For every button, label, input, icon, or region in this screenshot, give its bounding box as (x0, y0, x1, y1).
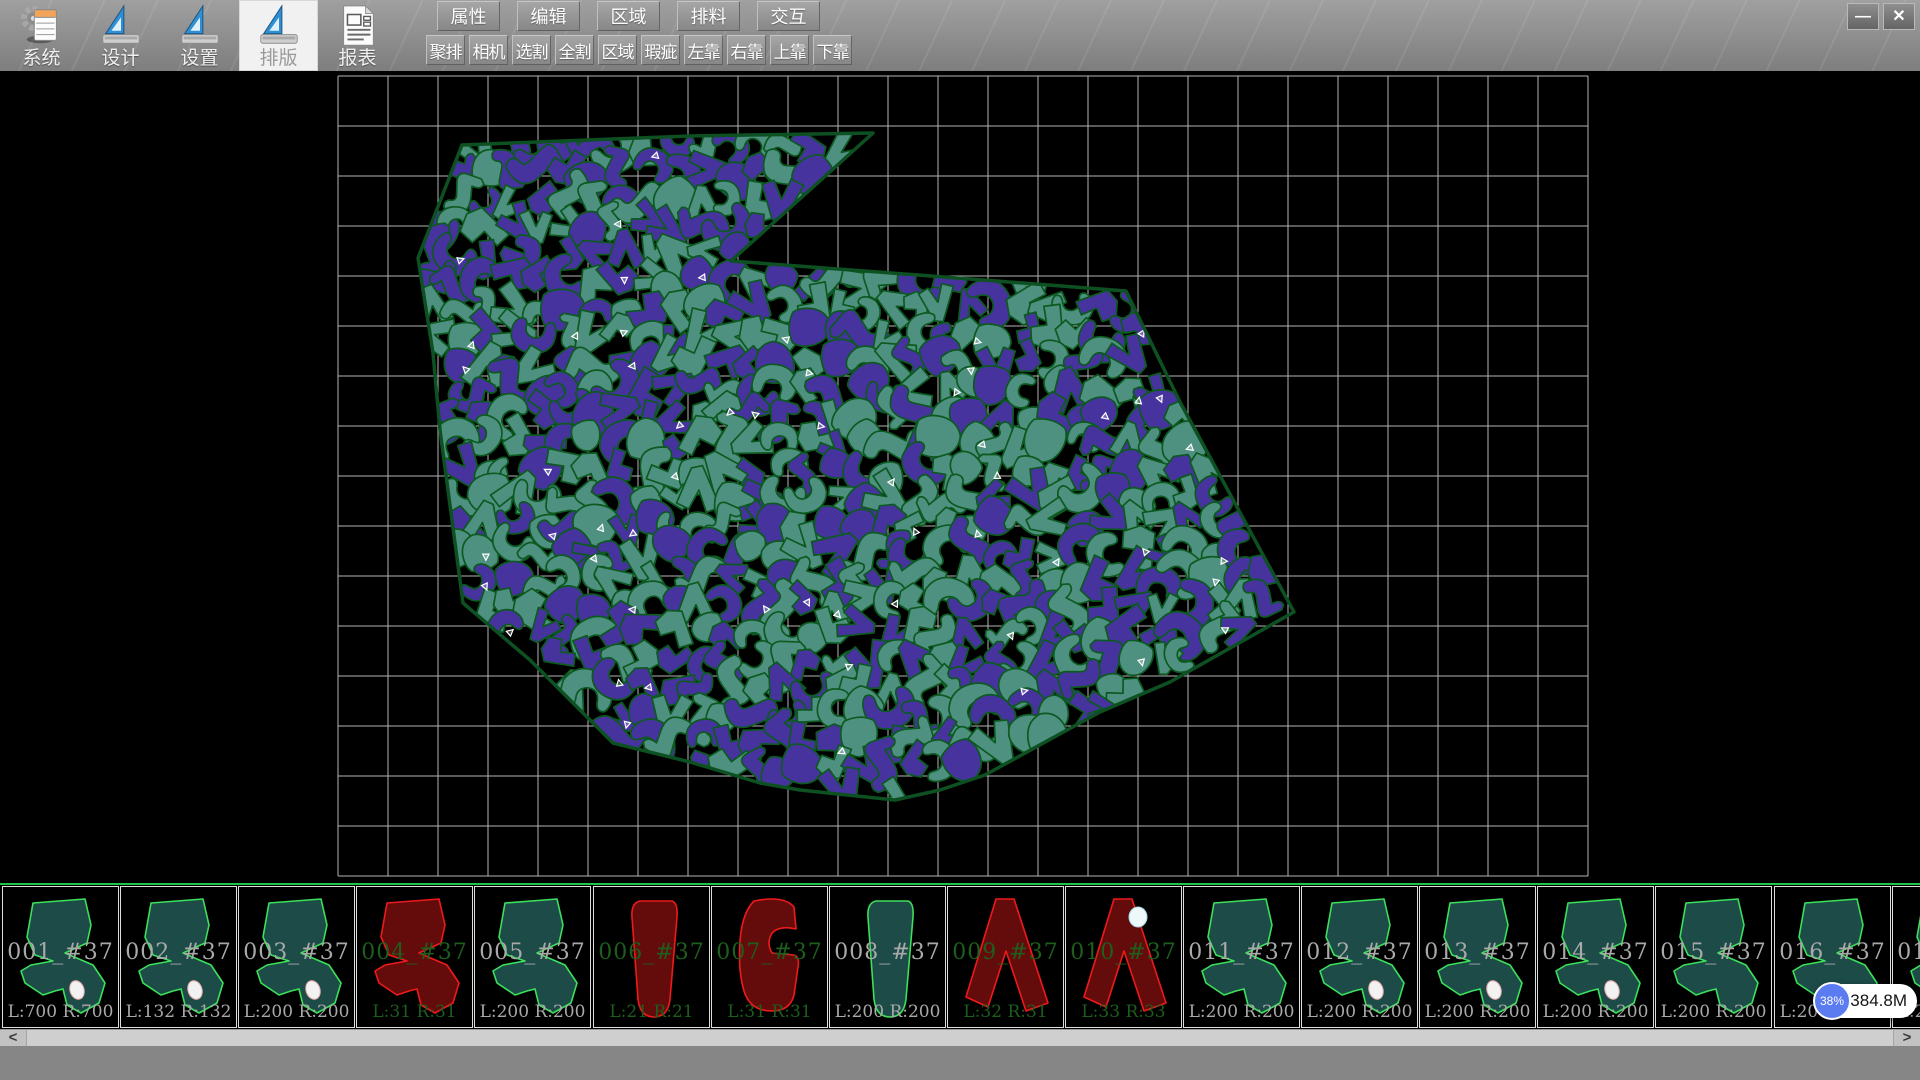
nav-tab-label: 排版 (259, 49, 297, 69)
menu-row-2: 聚排相机选割全割区域瑕疵左靠右靠上靠下靠 (426, 35, 856, 65)
part-name: 007_#37 (712, 940, 827, 965)
canvas-drawing (0, 71, 1920, 883)
part-name: 015_#37 (1656, 940, 1771, 965)
triangle-ruler-icon (177, 3, 223, 49)
menu-item-nest[interactable]: 排料 (677, 1, 740, 31)
nav-tab-nesting[interactable]: 排版 (239, 0, 318, 71)
part-thumbnail-12[interactable]: 012_#37 L:200 R:200 (1301, 886, 1418, 1028)
part-lr-count: L:200 R:200 (475, 1002, 590, 1022)
scroll-left-arrow-icon[interactable]: < (0, 1030, 27, 1046)
menu-item-defect[interactable]: 瑕疵 (641, 35, 680, 65)
menu-item-region[interactable]: 区域 (597, 1, 660, 31)
nav-tab-label: 设置 (180, 49, 218, 69)
part-thumbnail-15[interactable]: 015_#37 L:200 R:200 (1655, 886, 1772, 1028)
report-doc-icon (335, 3, 381, 49)
part-thumbnail-5[interactable]: 005_#37 L:200 R:200 (474, 886, 591, 1028)
part-name: 003_#37 (239, 940, 354, 965)
nav-tab-settings[interactable]: 设置 (160, 0, 239, 71)
status-bar (0, 1046, 1920, 1080)
application-window: 系统设计设置排版报表 属性编辑区域排料交互 聚排相机选割全割区域瑕疵左靠右靠上靠… (0, 0, 1920, 1080)
menu-item-cut-all[interactable]: 全割 (555, 35, 594, 65)
part-lr-count: L:700 R:700 (3, 1002, 118, 1022)
part-thumbnail-8[interactable]: 008_#37 L:200 R:200 (829, 886, 946, 1028)
triangle-ruler-icon (98, 3, 144, 49)
part-thumbnail-10[interactable]: 010_#37 L:33 R:33 (1065, 886, 1182, 1028)
menu-item-interact[interactable]: 交互 (757, 1, 820, 31)
nav-tab-label: 系统 (22, 49, 60, 69)
part-lr-count: L:200 R:200 (1302, 1002, 1417, 1022)
part-lr-count: L:200 R:200 (1420, 1002, 1535, 1022)
part-name: 002_#37 (121, 940, 236, 965)
menu-item-properties[interactable]: 属性 (437, 1, 500, 31)
part-lr-count: L:132 R:132 (121, 1002, 236, 1022)
system-gear-icon (19, 3, 65, 49)
menu-row-1: 属性编辑区域排料交互 (437, 1, 856, 31)
part-lr-count: L:200 R:200 (1538, 1002, 1653, 1022)
menu-item-snap-up[interactable]: 上靠 (770, 35, 809, 65)
part-thumbnail-4[interactable]: 004_#37 L:31 R:31 (356, 886, 473, 1028)
window-controls: — ✕ (1847, 3, 1915, 30)
part-lr-count: L:200 R:200 (830, 1002, 945, 1022)
part-lr-count: L:31 R:31 (712, 1002, 827, 1022)
part-lr-count: L:200 R:200 (1656, 1002, 1771, 1022)
part-thumbnail-2[interactable]: 002_#37 L:132 R:132 (120, 886, 237, 1028)
menu-item-snap-right[interactable]: 右靠 (727, 35, 766, 65)
part-lr-count: L:31 R:31 (357, 1002, 472, 1022)
nav-tab-bar: 系统 设计 设置 排版 报表 (2, 0, 397, 71)
part-name: 013_#37 (1420, 940, 1535, 965)
part-thumbnail-9[interactable]: 009_#37 L:32 R:31 (947, 886, 1064, 1028)
part-name: 008_#37 (830, 940, 945, 965)
part-name: 016_#37 (1775, 940, 1890, 965)
menu-item-cluster-nest[interactable]: 聚排 (426, 35, 465, 65)
part-thumbnail-1[interactable]: 001_#37 L:700 R:700 (2, 886, 119, 1028)
menu-item-edit[interactable]: 编辑 (517, 1, 580, 31)
part-name: 011_#37 (1184, 940, 1299, 965)
menu-item-camera[interactable]: 相机 (469, 35, 508, 65)
part-name: 009_#37 (948, 940, 1063, 965)
menu-item-select-cut[interactable]: 选割 (512, 35, 551, 65)
part-lr-count: L:21 R:21 (594, 1002, 709, 1022)
part-name: 006_#37 (594, 940, 709, 965)
status-badge: 38% 384.8M (1813, 982, 1917, 1022)
scroll-right-arrow-icon[interactable]: > (1893, 1030, 1920, 1046)
part-thumbnail-3[interactable]: 003_#37 L:200 R:200 (238, 886, 355, 1028)
part-thumbnail-6[interactable]: 006_#37 L:21 R:21 (593, 886, 710, 1028)
triangle-ruler-icon (256, 3, 302, 49)
nav-tab-label: 设计 (101, 49, 139, 69)
menu-item-snap-left[interactable]: 左靠 (684, 35, 723, 65)
part-thumbnail-13[interactable]: 013_#37 L:200 R:200 (1419, 886, 1536, 1028)
toolbar: 系统设计设置排版报表 属性编辑区域排料交互 聚排相机选割全割区域瑕疵左靠右靠上靠… (0, 0, 1920, 71)
part-thumbnail-strip: 001_#37L:700 R:700002_#37L:132 R:132003_… (0, 885, 1920, 1029)
part-name: 014_#37 (1538, 940, 1653, 965)
part-name: 001_#37 (3, 940, 118, 965)
progress-percent: 38% (1813, 982, 1851, 1020)
memory-value: 384.8M (1850, 991, 1907, 1011)
part-name: 010_#37 (1066, 940, 1181, 965)
part-thumbnail-7[interactable]: 007_#37 L:31 R:31 (711, 886, 828, 1028)
nested-parts (402, 114, 1294, 823)
part-lr-count: L:200 R:200 (1184, 1002, 1299, 1022)
part-lr-count: L:32 R:31 (948, 1002, 1063, 1022)
nav-tab-label: 报表 (338, 49, 376, 69)
menu-item-region[interactable]: 区域 (598, 35, 637, 65)
part-name: 005_#37 (475, 940, 590, 965)
part-name: 012_#37 (1302, 940, 1417, 965)
part-lr-count: L:200 R:200 (239, 1002, 354, 1022)
nesting-canvas[interactable] (0, 71, 1920, 883)
part-thumbnail-11[interactable]: 011_#37 L:200 R:200 (1183, 886, 1300, 1028)
part-name: 017_#37 (1893, 940, 1920, 965)
menu-area: 属性编辑区域排料交互 聚排相机选割全割区域瑕疵左靠右靠上靠下靠 (426, 0, 856, 65)
minimize-button[interactable]: — (1847, 3, 1879, 30)
nav-tab-report[interactable]: 报表 (318, 0, 397, 71)
nav-tab-system[interactable]: 系统 (2, 0, 81, 71)
close-button[interactable]: ✕ (1883, 3, 1915, 30)
menu-item-snap-down[interactable]: 下靠 (813, 35, 852, 65)
horizontal-scrollbar[interactable]: < > (0, 1029, 1920, 1046)
part-lr-count: L:33 R:33 (1066, 1002, 1181, 1022)
nav-tab-design[interactable]: 设计 (81, 0, 160, 71)
part-thumbnail-14[interactable]: 014_#37 L:200 R:200 (1537, 886, 1654, 1028)
part-name: 004_#37 (357, 940, 472, 965)
